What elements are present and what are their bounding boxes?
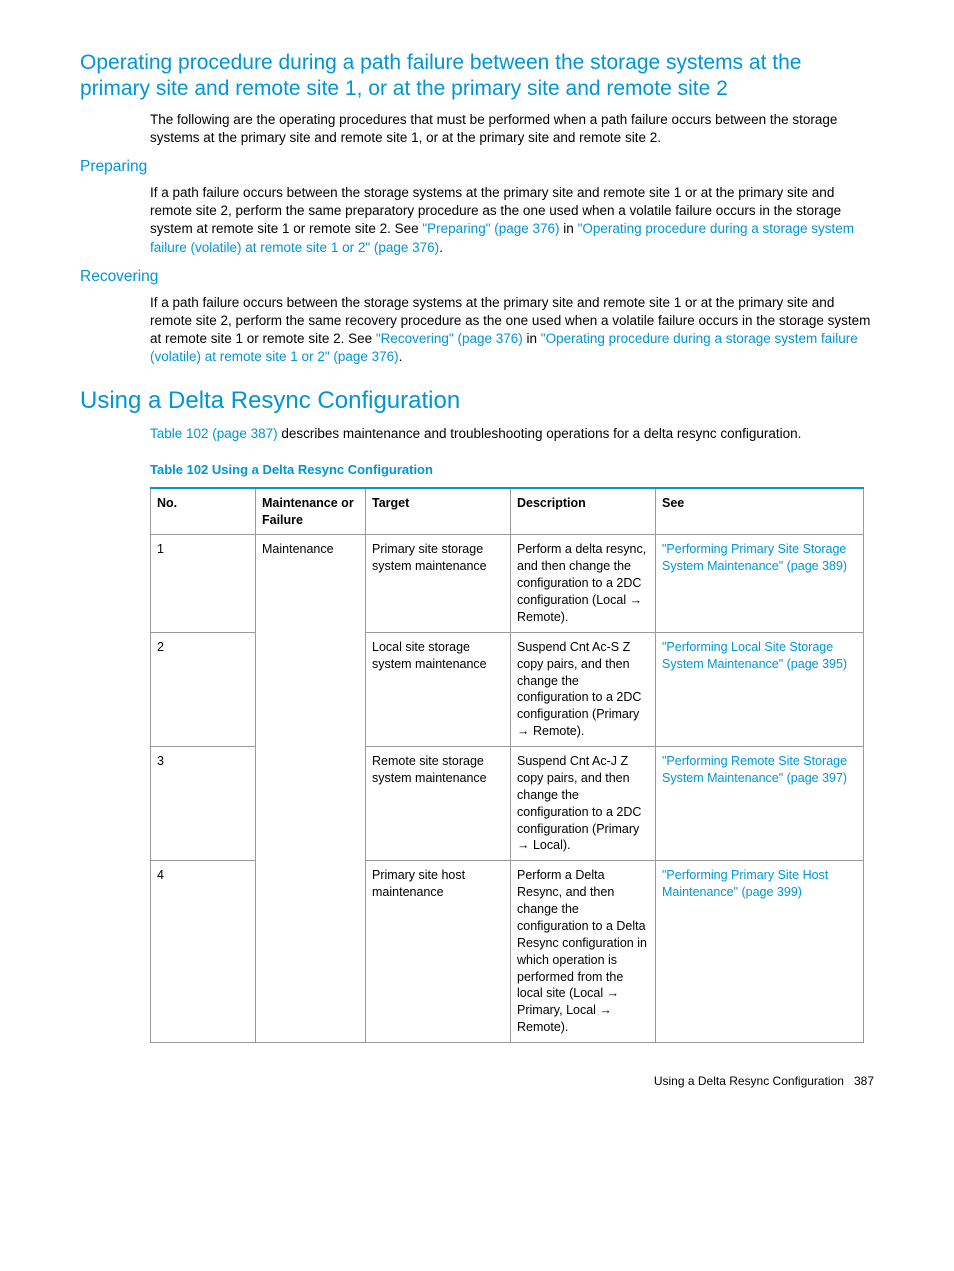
footer-page-number: 387 [854, 1074, 874, 1088]
section-heading-path-failure: Operating procedure during a path failur… [80, 50, 874, 103]
recovering-after: . [399, 349, 403, 364]
table-row: 2 Local site storage system maintenance … [151, 632, 864, 746]
cell-mf: Maintenance [256, 535, 366, 632]
cell-no: 2 [151, 632, 256, 746]
cell-mf-empty [256, 632, 366, 746]
preparing-paragraph: If a path failure occurs between the sto… [150, 184, 874, 257]
recovering-link-1[interactable]: "Recovering" (page 376) [376, 331, 523, 346]
table-caption: Table 102 Using a Delta Resync Configura… [150, 461, 874, 479]
see-link[interactable]: "Performing Remote Site Storage System M… [662, 754, 847, 785]
table-ref-link[interactable]: Table 102 (page 387) [150, 426, 278, 441]
see-link[interactable]: "Performing Primary Site Host Maintenanc… [662, 868, 828, 899]
page-footer: Using a Delta Resync Configuration 387 [80, 1073, 874, 1089]
cell-target: Remote site storage system maintenance [366, 747, 511, 861]
cell-desc: Suspend Cnt Ac-J Z copy pairs, and then … [511, 747, 656, 861]
section-heading-delta-resync: Using a Delta Resync Configuration [80, 385, 874, 417]
subheading-recovering: Recovering [80, 267, 874, 288]
delta-resync-rest: describes maintenance and troubleshootin… [278, 426, 802, 441]
col-see: See [656, 488, 864, 535]
recovering-mid: in [523, 331, 541, 346]
see-link[interactable]: "Performing Local Site Storage System Ma… [662, 640, 847, 671]
delta-resync-intro: Table 102 (page 387) describes maintenan… [150, 425, 874, 443]
cell-desc: Perform a delta resync, and then change … [511, 535, 656, 632]
col-target: Target [366, 488, 511, 535]
col-mf: Maintenance or Failure [256, 488, 366, 535]
table-header-row: No. Maintenance or Failure Target Descri… [151, 488, 864, 535]
cell-no: 1 [151, 535, 256, 632]
table-row: 4 Primary site host maintenance Perform … [151, 861, 864, 1043]
cell-see: "Performing Primary Site Host Maintenanc… [656, 861, 864, 1043]
table-row: 3 Remote site storage system maintenance… [151, 747, 864, 861]
cell-desc: Suspend Cnt Ac-S Z copy pairs, and then … [511, 632, 656, 746]
cell-mf-empty [256, 747, 366, 861]
cell-target: Primary site storage system maintenance [366, 535, 511, 632]
col-no: No. [151, 488, 256, 535]
cell-target: Primary site host maintenance [366, 861, 511, 1043]
table-row: 1 Maintenance Primary site storage syste… [151, 535, 864, 632]
footer-title: Using a Delta Resync Configuration [654, 1074, 844, 1088]
subheading-preparing: Preparing [80, 157, 874, 178]
col-desc: Description [511, 488, 656, 535]
see-link[interactable]: "Performing Primary Site Storage System … [662, 542, 847, 573]
preparing-mid: in [560, 221, 578, 236]
preparing-link-1[interactable]: "Preparing" (page 376) [422, 221, 559, 236]
cell-see: "Performing Local Site Storage System Ma… [656, 632, 864, 746]
cell-mf-empty [256, 861, 366, 1043]
cell-no: 3 [151, 747, 256, 861]
cell-target: Local site storage system maintenance [366, 632, 511, 746]
intro-paragraph: The following are the operating procedur… [150, 111, 874, 147]
preparing-after: . [439, 240, 443, 255]
cell-see: "Performing Primary Site Storage System … [656, 535, 864, 632]
cell-desc: Perform a Delta Resync, and then change … [511, 861, 656, 1043]
cell-see: "Performing Remote Site Storage System M… [656, 747, 864, 861]
recovering-paragraph: If a path failure occurs between the sto… [150, 294, 874, 367]
cell-no: 4 [151, 861, 256, 1043]
delta-resync-table: No. Maintenance or Failure Target Descri… [150, 487, 864, 1043]
